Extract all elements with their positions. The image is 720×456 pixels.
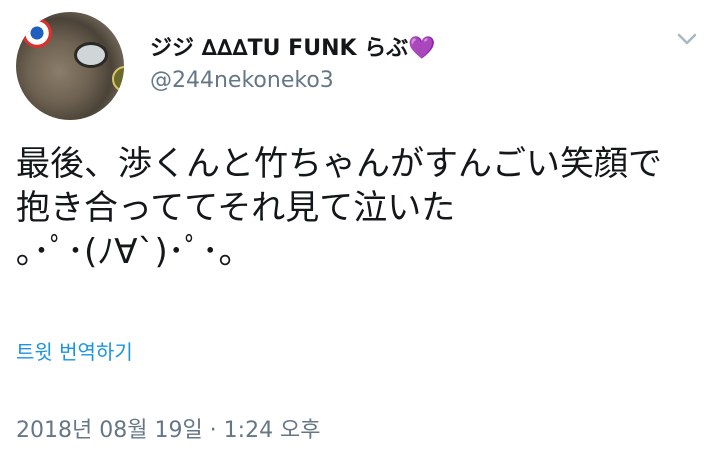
avatar-badge-icon [22, 18, 52, 48]
tweet-text-line: 最後、渉くんと竹ちゃんがすんごい笑顔で [16, 144, 662, 184]
tweet-text-line: 抱き合っててそれ見て泣いた [16, 188, 456, 228]
chevron-down-icon[interactable] [674, 26, 700, 52]
user-handle[interactable]: @244nekoneko3 [150, 68, 334, 93]
tweet-text: 最後、渉くんと竹ちゃんがすんごい笑顔で 抱き合っててそれ見て泣いた ｡･ﾟ･(ﾉ… [16, 142, 706, 274]
tweet-text-line: ｡･ﾟ･(ﾉ∀`)･ﾟ･｡ [16, 232, 236, 272]
tweet-timestamp[interactable]: 2018년 08월 19일 · 1:24 오후 [16, 412, 321, 444]
translate-tweet-link[interactable]: 트윗 번역하기 [16, 336, 133, 365]
display-name-text: ジジ ∆∆∆TU FUNK らぶ [150, 36, 409, 61]
avatar-accessory [112, 66, 124, 92]
avatar[interactable] [16, 12, 124, 120]
purple-heart-emoji: 💜 [408, 36, 436, 61]
display-name[interactable]: ジジ ∆∆∆TU FUNK らぶ💜 [150, 30, 436, 62]
avatar-cat-eye [74, 42, 108, 68]
